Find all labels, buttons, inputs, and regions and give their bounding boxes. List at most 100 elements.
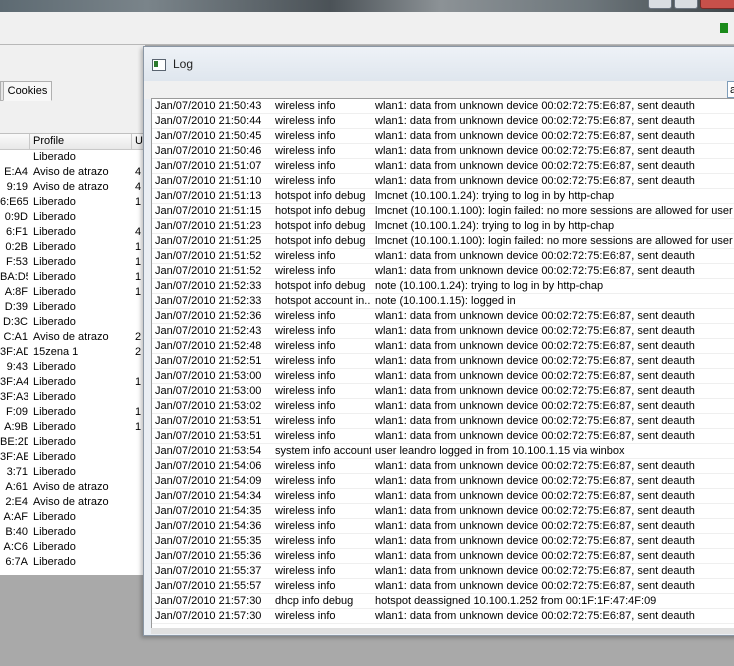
log-entry[interactable]: Jan/07/2010 21:51:25 hotspot info debug lm…: [152, 234, 734, 249]
log-entry[interactable]: Jan/07/2010 21:53:54 system info account u…: [152, 444, 734, 459]
log-list[interactable]: Jan/07/2010 21:50:43 wireless info wlan1: …: [151, 98, 734, 629]
log-message-cell: note (10.100.1.15): logged in: [375, 295, 516, 307]
log-entry[interactable]: Jan/07/2010 21:52:43 wireless info wlan1: …: [152, 324, 734, 339]
table-row[interactable]: BE:2D Liberado: [0, 435, 145, 450]
table-row[interactable]: 3F:A4 Liberado 1: [0, 375, 145, 390]
table-row[interactable]: D:3C Liberado: [0, 315, 145, 330]
table-row[interactable]: BA:D5Liberado1: [0, 270, 145, 285]
log-entry[interactable]: Jan/07/2010 21:50:45 wireless info wlan1: …: [152, 129, 734, 144]
log-entry[interactable]: Jan/07/2010 21:54:35 wireless info wlan1: …: [152, 504, 734, 519]
table-row[interactable]: 0:2B Liberado 1: [0, 240, 145, 255]
table-row[interactable]: D:39 Liberado: [0, 300, 145, 315]
log-entry[interactable]: Jan/07/2010 21:53:00 wireless info wlan1: …: [152, 369, 734, 384]
log-topics-cell: wireless info: [275, 430, 336, 442]
log-topics-cell: wireless info: [275, 175, 336, 187]
status-indicator-icon: [720, 23, 728, 33]
log-time-cell: Jan/07/2010 21:50:46: [155, 145, 262, 157]
address-cell: 3:71: [6, 466, 28, 478]
table-row[interactable]: 0:9D Liberado: [0, 210, 145, 225]
table-row[interactable]: 3F:AD 15zena 12: [0, 345, 145, 360]
table-row[interactable]: 3F:A3 Liberado: [0, 390, 145, 405]
log-entry[interactable]: Jan/07/2010 21:53:00 wireless info wlan1: …: [152, 384, 734, 399]
table-row[interactable]: E:A4 Aviso de atrazo 4: [0, 165, 145, 180]
log-window-titlebar[interactable]: Log: [144, 47, 734, 81]
table-row[interactable]: A:9B Liberado 1: [0, 420, 145, 435]
log-entry[interactable]: Jan/07/2010 21:57:30 wireless info wlan1: …: [152, 609, 734, 624]
table-row[interactable]: Liberado: [0, 150, 145, 165]
log-message-cell: wlan1: data from unknown device 00:02:72…: [375, 145, 695, 157]
log-entry[interactable]: Jan/07/2010 21:54:36 wireless info wlan1: …: [152, 519, 734, 534]
table-row[interactable]: A:C6 Liberado: [0, 540, 145, 555]
column-header-address[interactable]: [0, 134, 30, 149]
table-row[interactable]: A:8F Liberado 1: [0, 285, 145, 300]
table-row[interactable]: F:09 Liberado 1: [0, 405, 145, 420]
log-entry[interactable]: Jan/07/2010 21:50:46 wireless info wlan1: …: [152, 144, 734, 159]
column-header-profile[interactable]: Profile: [30, 134, 132, 149]
log-entry[interactable]: Jan/07/2010 21:54:09 wireless info wlan1: …: [152, 474, 734, 489]
log-entry[interactable]: Jan/07/2010 21:52:48 wireless info wlan1: …: [152, 339, 734, 354]
log-message-cell: wlan1: data from unknown device 00:02:72…: [375, 610, 695, 622]
log-entry[interactable]: Jan/07/2010 21:57:30 dhcp info debug hotsp…: [152, 594, 734, 609]
log-entry[interactable]: Jan/07/2010 21:52:51 wireless info wlan1: …: [152, 354, 734, 369]
log-entry[interactable]: Jan/07/2010 21:53:51 wireless info wlan1: …: [152, 414, 734, 429]
log-entry[interactable]: Jan/07/2010 21:51:23 hotspot info debug lm…: [152, 219, 734, 234]
log-entry[interactable]: Jan/07/2010 21:50:44 wireless info wlan1: …: [152, 114, 734, 129]
table-row[interactable]: 2:E4 Aviso de atrazo: [0, 495, 145, 510]
table-row[interactable]: A:AF Liberado: [0, 510, 145, 525]
address-cell: 6:7A: [5, 556, 28, 568]
log-topics-cell: wireless info: [275, 340, 336, 352]
desktop-gap: [0, 575, 145, 666]
close-button[interactable]: [700, 0, 734, 9]
table-row[interactable]: 3F:AE Liberado: [0, 450, 145, 465]
log-entry[interactable]: Jan/07/2010 21:54:34 wireless info wlan1: …: [152, 489, 734, 504]
maximize-button[interactable]: [674, 0, 698, 9]
log-entry[interactable]: Jan/07/2010 21:51:13 hotspot info debug lm…: [152, 189, 734, 204]
log-entry[interactable]: Jan/07/2010 21:52:33 hotspot account in..…: [152, 294, 734, 309]
log-topics-cell: wireless info: [275, 250, 336, 262]
log-entry[interactable]: Jan/07/2010 21:53:51 wireless info wlan1: …: [152, 429, 734, 444]
log-entry[interactable]: Jan/07/2010 21:52:36 wireless info wlan1: …: [152, 309, 734, 324]
log-entry[interactable]: Jan/07/2010 21:51:15 hotspot info debug lm…: [152, 204, 734, 219]
log-entry[interactable]: Jan/07/2010 21:55:57 wireless info wlan1: …: [152, 579, 734, 594]
table-row[interactable]: 6:E65 Liberado 1: [0, 195, 145, 210]
log-entry[interactable]: Jan/07/2010 21:55:35 wireless info wlan1: …: [152, 534, 734, 549]
profile-cell: Liberado: [33, 556, 76, 568]
log-topics-cell: wireless info: [275, 355, 336, 367]
tab-cookies[interactable]: Cookies: [3, 81, 52, 101]
table-row[interactable]: 9:43 Liberado: [0, 360, 145, 375]
log-entry[interactable]: Jan/07/2010 21:51:52 wireless info wlan1: …: [152, 264, 734, 279]
log-time-cell: Jan/07/2010 21:55:37: [155, 565, 262, 577]
log-entry[interactable]: Jan/07/2010 21:51:52 wireless info wlan1: …: [152, 249, 734, 264]
profile-cell: Liberado: [33, 211, 76, 223]
log-entry[interactable]: Jan/07/2010 21:55:37 wireless info wlan1: …: [152, 564, 734, 579]
log-time-cell: Jan/07/2010 21:52:33: [155, 280, 262, 292]
profile-cell: Liberado: [33, 316, 76, 328]
log-topics-cell: wireless info: [275, 100, 336, 112]
table-row[interactable]: 6:7A Liberado: [0, 555, 145, 570]
address-cell: BA:D5: [0, 271, 28, 283]
users-table: Profile U Liberado E:A4 Aviso de atrazo 4 9:…: [0, 133, 145, 576]
log-entry[interactable]: Jan/07/2010 21:50:43 wireless info wlan1: …: [152, 99, 734, 114]
log-topics-cell: wireless info: [275, 475, 336, 487]
profile-cell: Aviso de atrazo: [33, 331, 109, 343]
log-entry[interactable]: Jan/07/2010 21:55:36 wireless info wlan1: …: [152, 549, 734, 564]
table-row[interactable]: 9:19 Aviso de atrazo 4: [0, 180, 145, 195]
table-row[interactable]: 6:F1 Liberado 4: [0, 225, 145, 240]
table-row[interactable]: C:A1 Aviso de atrazo 2: [0, 330, 145, 345]
log-entry[interactable]: Jan/07/2010 21:53:02 wireless info wlan1: …: [152, 399, 734, 414]
log-message-cell: lmcnet (10.100.1.24): trying to log in b…: [375, 190, 615, 202]
table-row[interactable]: B:40 Liberado: [0, 525, 145, 540]
table-row[interactable]: 3:71 Liberado: [0, 465, 145, 480]
log-entry[interactable]: Jan/07/2010 21:52:33 hotspot info debug no…: [152, 279, 734, 294]
log-filter-input[interactable]: a: [727, 81, 734, 98]
log-message-cell: wlan1: data from unknown device 00:02:72…: [375, 175, 695, 187]
minimize-button[interactable]: [648, 0, 672, 9]
log-topics-cell: wireless info: [275, 490, 336, 502]
log-entry[interactable]: Jan/07/2010 21:51:10 wireless info wlan1: …: [152, 174, 734, 189]
table-row[interactable]: F:53 Liberado 1: [0, 255, 145, 270]
log-entry[interactable]: Jan/07/2010 21:54:06 wireless info wlan1: …: [152, 459, 734, 474]
table-row[interactable]: A:61 Aviso de atrazo: [0, 480, 145, 495]
log-entry[interactable]: Jan/07/2010 21:51:07 wireless info wlan1: …: [152, 159, 734, 174]
address-cell: BE:2D: [0, 436, 28, 448]
address-cell: D:3C: [2, 316, 28, 328]
